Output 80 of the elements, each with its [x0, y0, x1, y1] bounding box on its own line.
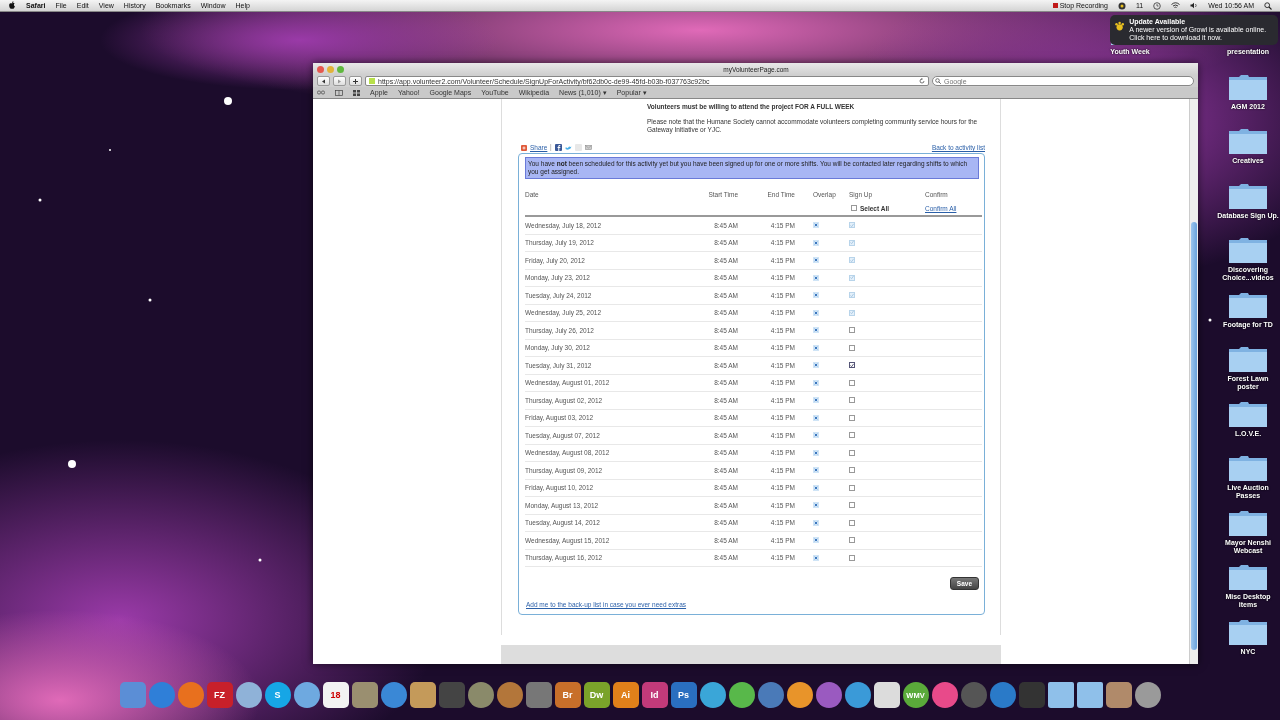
overlap-icon [813, 449, 819, 456]
record-icon [1052, 3, 1058, 8]
check-icon [850, 222, 854, 228]
folder-icon[interactable] [1228, 345, 1268, 373]
overlap-icon [813, 362, 819, 369]
overlap-icon [813, 222, 819, 229]
folder-icon[interactable] [1228, 127, 1268, 155]
overlap-icon [813, 467, 819, 474]
reading-list-icon[interactable] [317, 90, 325, 95]
folder-icon[interactable] [1076, 682, 1103, 708]
overlap-icon [813, 554, 819, 561]
app-icon[interactable] [409, 682, 436, 708]
check-icon [850, 310, 854, 316]
sign-up-checkbox[interactable] [849, 554, 855, 561]
app-icon[interactable]: 18 [322, 682, 349, 708]
sign-up-checkbox[interactable] [849, 327, 855, 334]
app-icon[interactable] [1105, 682, 1132, 708]
select-all-checkbox[interactable] [851, 205, 857, 211]
growl-icon[interactable] [1117, 1, 1126, 10]
facebook-icon[interactable] [555, 144, 563, 151]
overlap-icon [813, 537, 819, 544]
mail-icon[interactable] [585, 145, 593, 150]
overlap-icon [813, 414, 819, 421]
check-icon [850, 292, 854, 298]
reload-icon[interactable] [919, 78, 925, 84]
sign-up-checkbox[interactable] [849, 362, 855, 369]
scrollbar-thumb[interactable] [1191, 222, 1197, 650]
sign-up-checkbox[interactable] [849, 414, 855, 421]
sign-up-checkbox[interactable] [849, 519, 855, 526]
volume-icon[interactable] [1190, 2, 1199, 9]
app-icon[interactable] [873, 682, 900, 708]
site-icon [369, 78, 375, 84]
back-button[interactable] [317, 76, 330, 86]
check-icon [850, 257, 854, 263]
sign-up-checkbox[interactable] [849, 502, 855, 509]
apple-icon[interactable] [8, 1, 16, 10]
check-icon [850, 240, 854, 246]
app-icon[interactable]: Ps [670, 682, 697, 708]
overlap-icon [813, 239, 819, 246]
overlap-icon [813, 309, 819, 316]
back-icon [321, 78, 326, 84]
grid-icon[interactable] [353, 89, 360, 96]
sign-up-checkbox[interactable] [849, 484, 855, 491]
folder-icon[interactable] [1228, 454, 1268, 482]
forward-icon [337, 78, 342, 84]
app-icon[interactable]: FZ [206, 682, 233, 708]
sign-up-checkbox[interactable] [849, 344, 855, 351]
sign-up-checkbox[interactable] [849, 537, 855, 544]
sign-up-checkbox[interactable] [849, 397, 855, 404]
plus-icon [353, 78, 358, 84]
overlap-icon [813, 379, 819, 386]
book-icon[interactable] [335, 89, 343, 96]
close-button[interactable] [317, 65, 324, 73]
search-icon[interactable] [1264, 1, 1272, 10]
overlap-icon [813, 292, 819, 299]
sign-up-checkbox[interactable] [849, 449, 855, 456]
search-icon [935, 78, 941, 84]
folder-icon[interactable] [1047, 682, 1074, 708]
check-icon [850, 275, 854, 281]
overlap-icon [813, 327, 819, 334]
add-bookmark-button[interactable] [349, 76, 362, 86]
folder-icon[interactable] [1228, 563, 1268, 591]
share-icon [521, 144, 527, 151]
app-icon[interactable]: Br [554, 682, 581, 708]
overlap-icon [813, 502, 819, 509]
overlap-icon [813, 519, 819, 526]
clock-icon[interactable] [1153, 1, 1162, 10]
overlap-icon [813, 432, 819, 439]
overlap-icon [813, 484, 819, 491]
check-icon [850, 362, 854, 368]
app-icon[interactable]: Id [641, 682, 668, 708]
overlap-icon [813, 274, 819, 281]
sign-up-checkbox[interactable] [849, 432, 855, 439]
overlap-icon [813, 397, 819, 404]
sign-up-checkbox[interactable] [849, 379, 855, 386]
overlap-icon [813, 344, 819, 351]
overlap-icon [813, 257, 819, 264]
folder-icon[interactable] [1228, 236, 1268, 264]
wifi-icon[interactable] [1171, 2, 1181, 9]
sign-up-checkbox[interactable] [849, 467, 855, 474]
